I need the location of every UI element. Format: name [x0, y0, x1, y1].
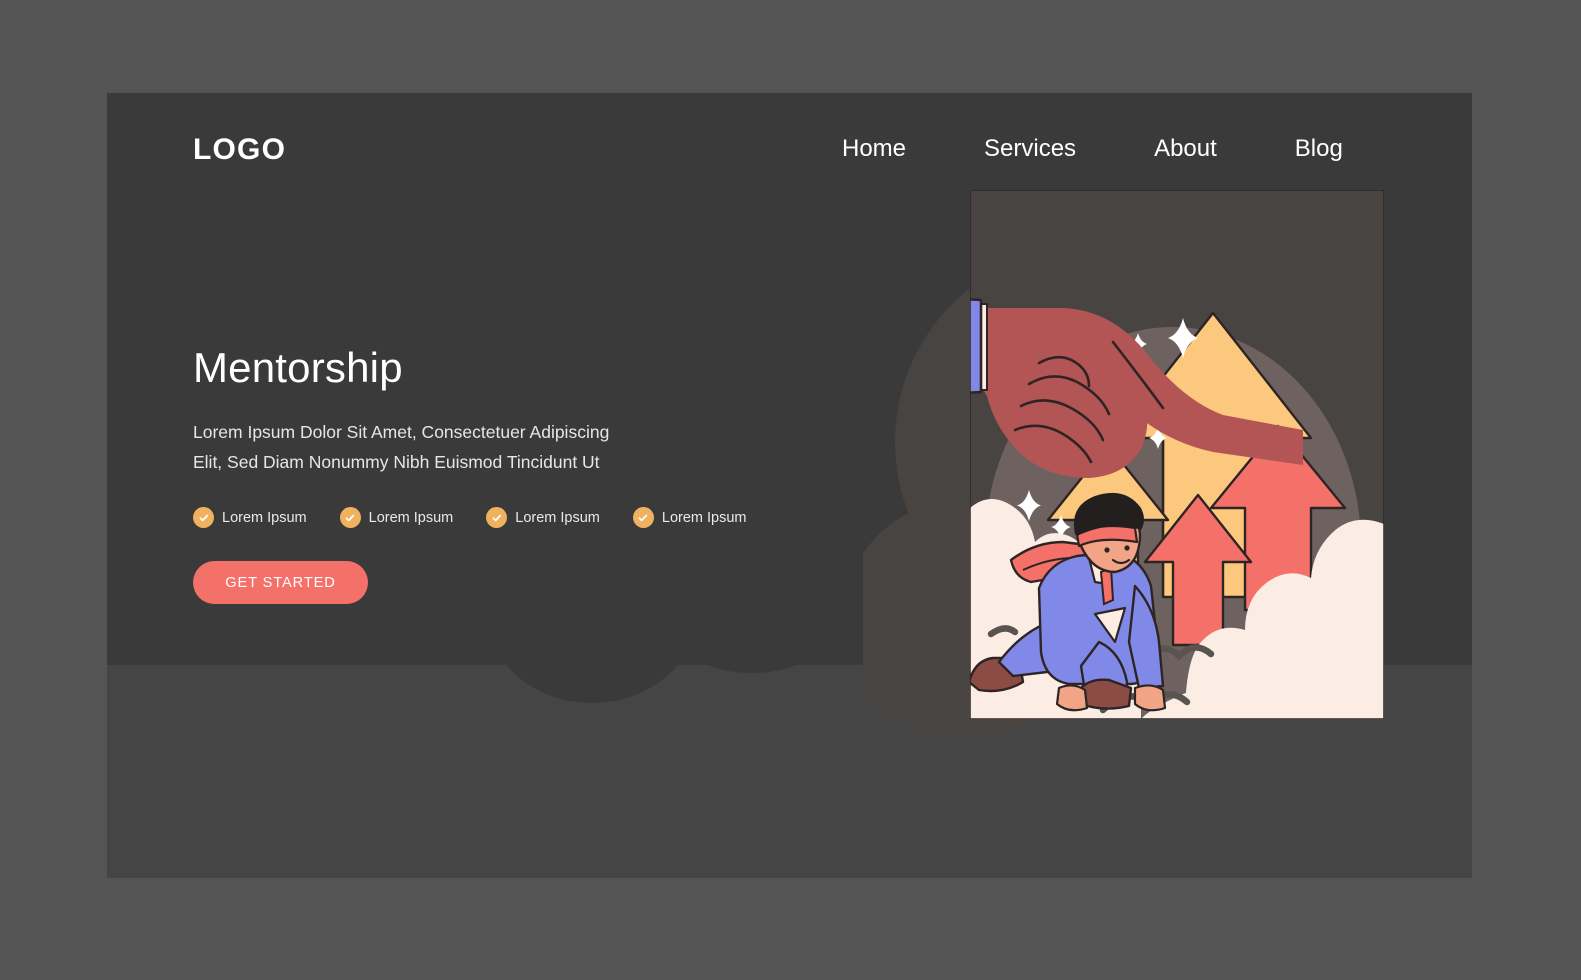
- mentorship-illustration: [863, 190, 1384, 878]
- check-circle-icon: [486, 507, 508, 529]
- get-started-button[interactable]: GET STARTED: [193, 561, 368, 605]
- page-title: Mentorship: [193, 344, 403, 391]
- feature-label: Lorem Ipsum: [661, 509, 747, 526]
- feature-label: Lorem Ipsum: [515, 509, 600, 526]
- logo[interactable]: LOGO: [193, 133, 286, 167]
- nav-item-blog[interactable]: Blog: [1295, 135, 1343, 163]
- check-circle-icon: [193, 507, 214, 529]
- nav-links: Home Services About Blog: [842, 135, 1343, 163]
- check-circle-icon: [339, 507, 361, 529]
- nav-item-about[interactable]: About: [1154, 135, 1217, 163]
- landing-page-panel: LOGO Home Services About Blog Mentorship…: [107, 93, 1472, 878]
- check-circle-icon: [632, 507, 654, 529]
- hero-subtitle: Lorem Ipsum Dolor Sit Amet, Consectetuer…: [193, 422, 610, 473]
- feature-item-2: Lorem Ipsum: [339, 507, 454, 529]
- feature-item-4: Lorem Ipsum: [632, 507, 747, 529]
- feature-list: Lorem Ipsum Lorem Ipsum Lorem Ipsum Lore…: [193, 507, 753, 529]
- feature-item-3: Lorem Ipsum: [486, 507, 600, 529]
- nav-item-services[interactable]: Services: [984, 135, 1076, 163]
- hero-content: Mentorship Lorem Ipsum Dolor Sit Amet, C…: [193, 344, 753, 605]
- feature-label: Lorem Ipsum: [368, 509, 454, 526]
- feature-label: Lorem Ipsum: [222, 509, 307, 526]
- illustration-frame: [970, 190, 1384, 719]
- feature-item-1: Lorem Ipsum: [193, 507, 307, 529]
- top-navigation-bar: LOGO Home Services About Blog: [107, 93, 1472, 218]
- nav-item-home[interactable]: Home: [842, 135, 906, 163]
